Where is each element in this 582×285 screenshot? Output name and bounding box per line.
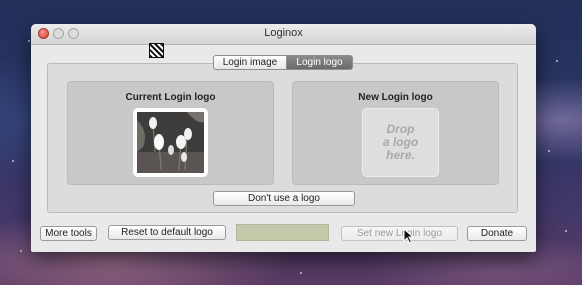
reset-default-logo-button[interactable]: Reset to default logo — [108, 225, 226, 240]
striped-app-icon — [149, 43, 164, 58]
new-logo-title: New Login logo — [358, 92, 433, 103]
flower-photo-icon — [137, 112, 204, 173]
tab-login-logo[interactable]: Login logo — [287, 55, 353, 70]
window-title: Loginox — [264, 27, 303, 39]
tab-bar: Login image Login logo — [213, 55, 353, 70]
title-bar[interactable]: Loginox — [31, 24, 536, 45]
dont-use-logo-button[interactable]: Don't use a logo — [213, 191, 355, 206]
logo-drop-zone[interactable]: Drop a logo here. — [362, 108, 439, 177]
new-logo-panel: New Login logo Drop a logo here. — [292, 81, 499, 185]
donate-button[interactable]: Donate — [467, 226, 527, 241]
more-tools-button[interactable]: More tools — [40, 226, 97, 241]
loginox-window: Loginox Login image Login logo Current L… — [31, 24, 536, 252]
tab-login-image[interactable]: Login image — [213, 55, 287, 70]
current-logo-panel: Current Login logo — [67, 81, 274, 185]
set-new-logo-button[interactable]: Set new Login logo — [341, 226, 458, 241]
current-logo-image — [133, 108, 208, 177]
current-logo-title: Current Login logo — [125, 92, 216, 103]
arrow-cursor-icon — [403, 228, 415, 244]
status-field — [236, 224, 329, 241]
